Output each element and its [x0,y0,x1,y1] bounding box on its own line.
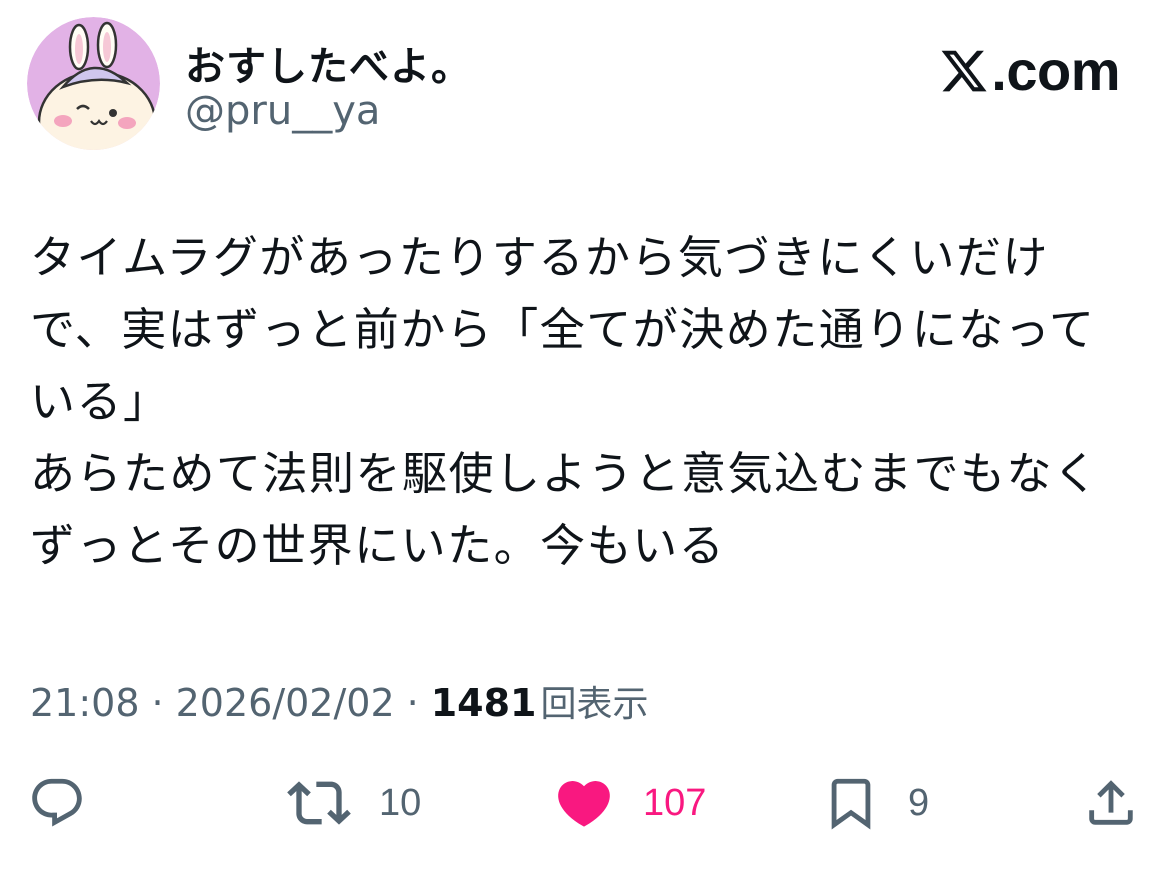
views-count[interactable]: 1481 [431,681,537,725]
tweet-text-line: いる」 [30,375,170,428]
tweet-meta: 21:08 · 2026/02/02 · 1481 回表示 [30,675,649,727]
heart-icon [558,781,610,827]
tweet-text: タイムラグがあったりするから気づきにくいだけ で、実はずっと前から「全てが決めた… [30,222,1140,582]
share-icon [1089,780,1133,825]
share-button[interactable] [1082,768,1140,838]
action-bar: 10 107 9 [0,768,1170,838]
tweet-card: おすしたべよ。 @pru__ya .com タイムラグがあったりするから気づきに… [0,0,1170,870]
reply-button[interactable] [28,768,86,838]
x-logo-icon [941,50,987,91]
tweet-text-line: タイムラグがあったりするから気づきにくいだけ [30,231,1049,284]
retweet-icon [287,781,351,825]
bookmark-count: 9 [908,781,930,824]
bookmark-button[interactable]: 9 [822,768,929,838]
site-logo: .com [938,38,1120,103]
bookmark-icon [831,778,871,830]
meta-separator: · [151,681,164,725]
like-button[interactable]: 107 [553,768,706,838]
views-label: 回表示 [540,684,649,725]
avatar[interactable] [27,17,160,150]
author-handle[interactable]: @pru__ya [185,88,380,134]
retweet-count: 10 [379,781,422,824]
author-display-name[interactable]: おすしたべよ。 [185,34,472,92]
tweet-text-line: ずっとその世界にいた。今もいる [30,519,726,572]
tweet-time[interactable]: 21:08 [30,681,140,725]
bunny-avatar-icon [27,17,160,150]
reply-icon [32,778,82,827]
like-count: 107 [643,781,707,824]
retweet-button[interactable]: 10 [287,768,421,838]
meta-separator: · [406,681,419,725]
tweet-date[interactable]: 2026/02/02 [176,681,395,725]
tweet-text-line: あらためて法則を駆使しようと意気込むまでもなく [30,447,1100,500]
tweet-text-line: で、実はずっと前から「全てが決めた通りになって [30,303,1096,356]
site-logo-text: .com [991,39,1120,102]
